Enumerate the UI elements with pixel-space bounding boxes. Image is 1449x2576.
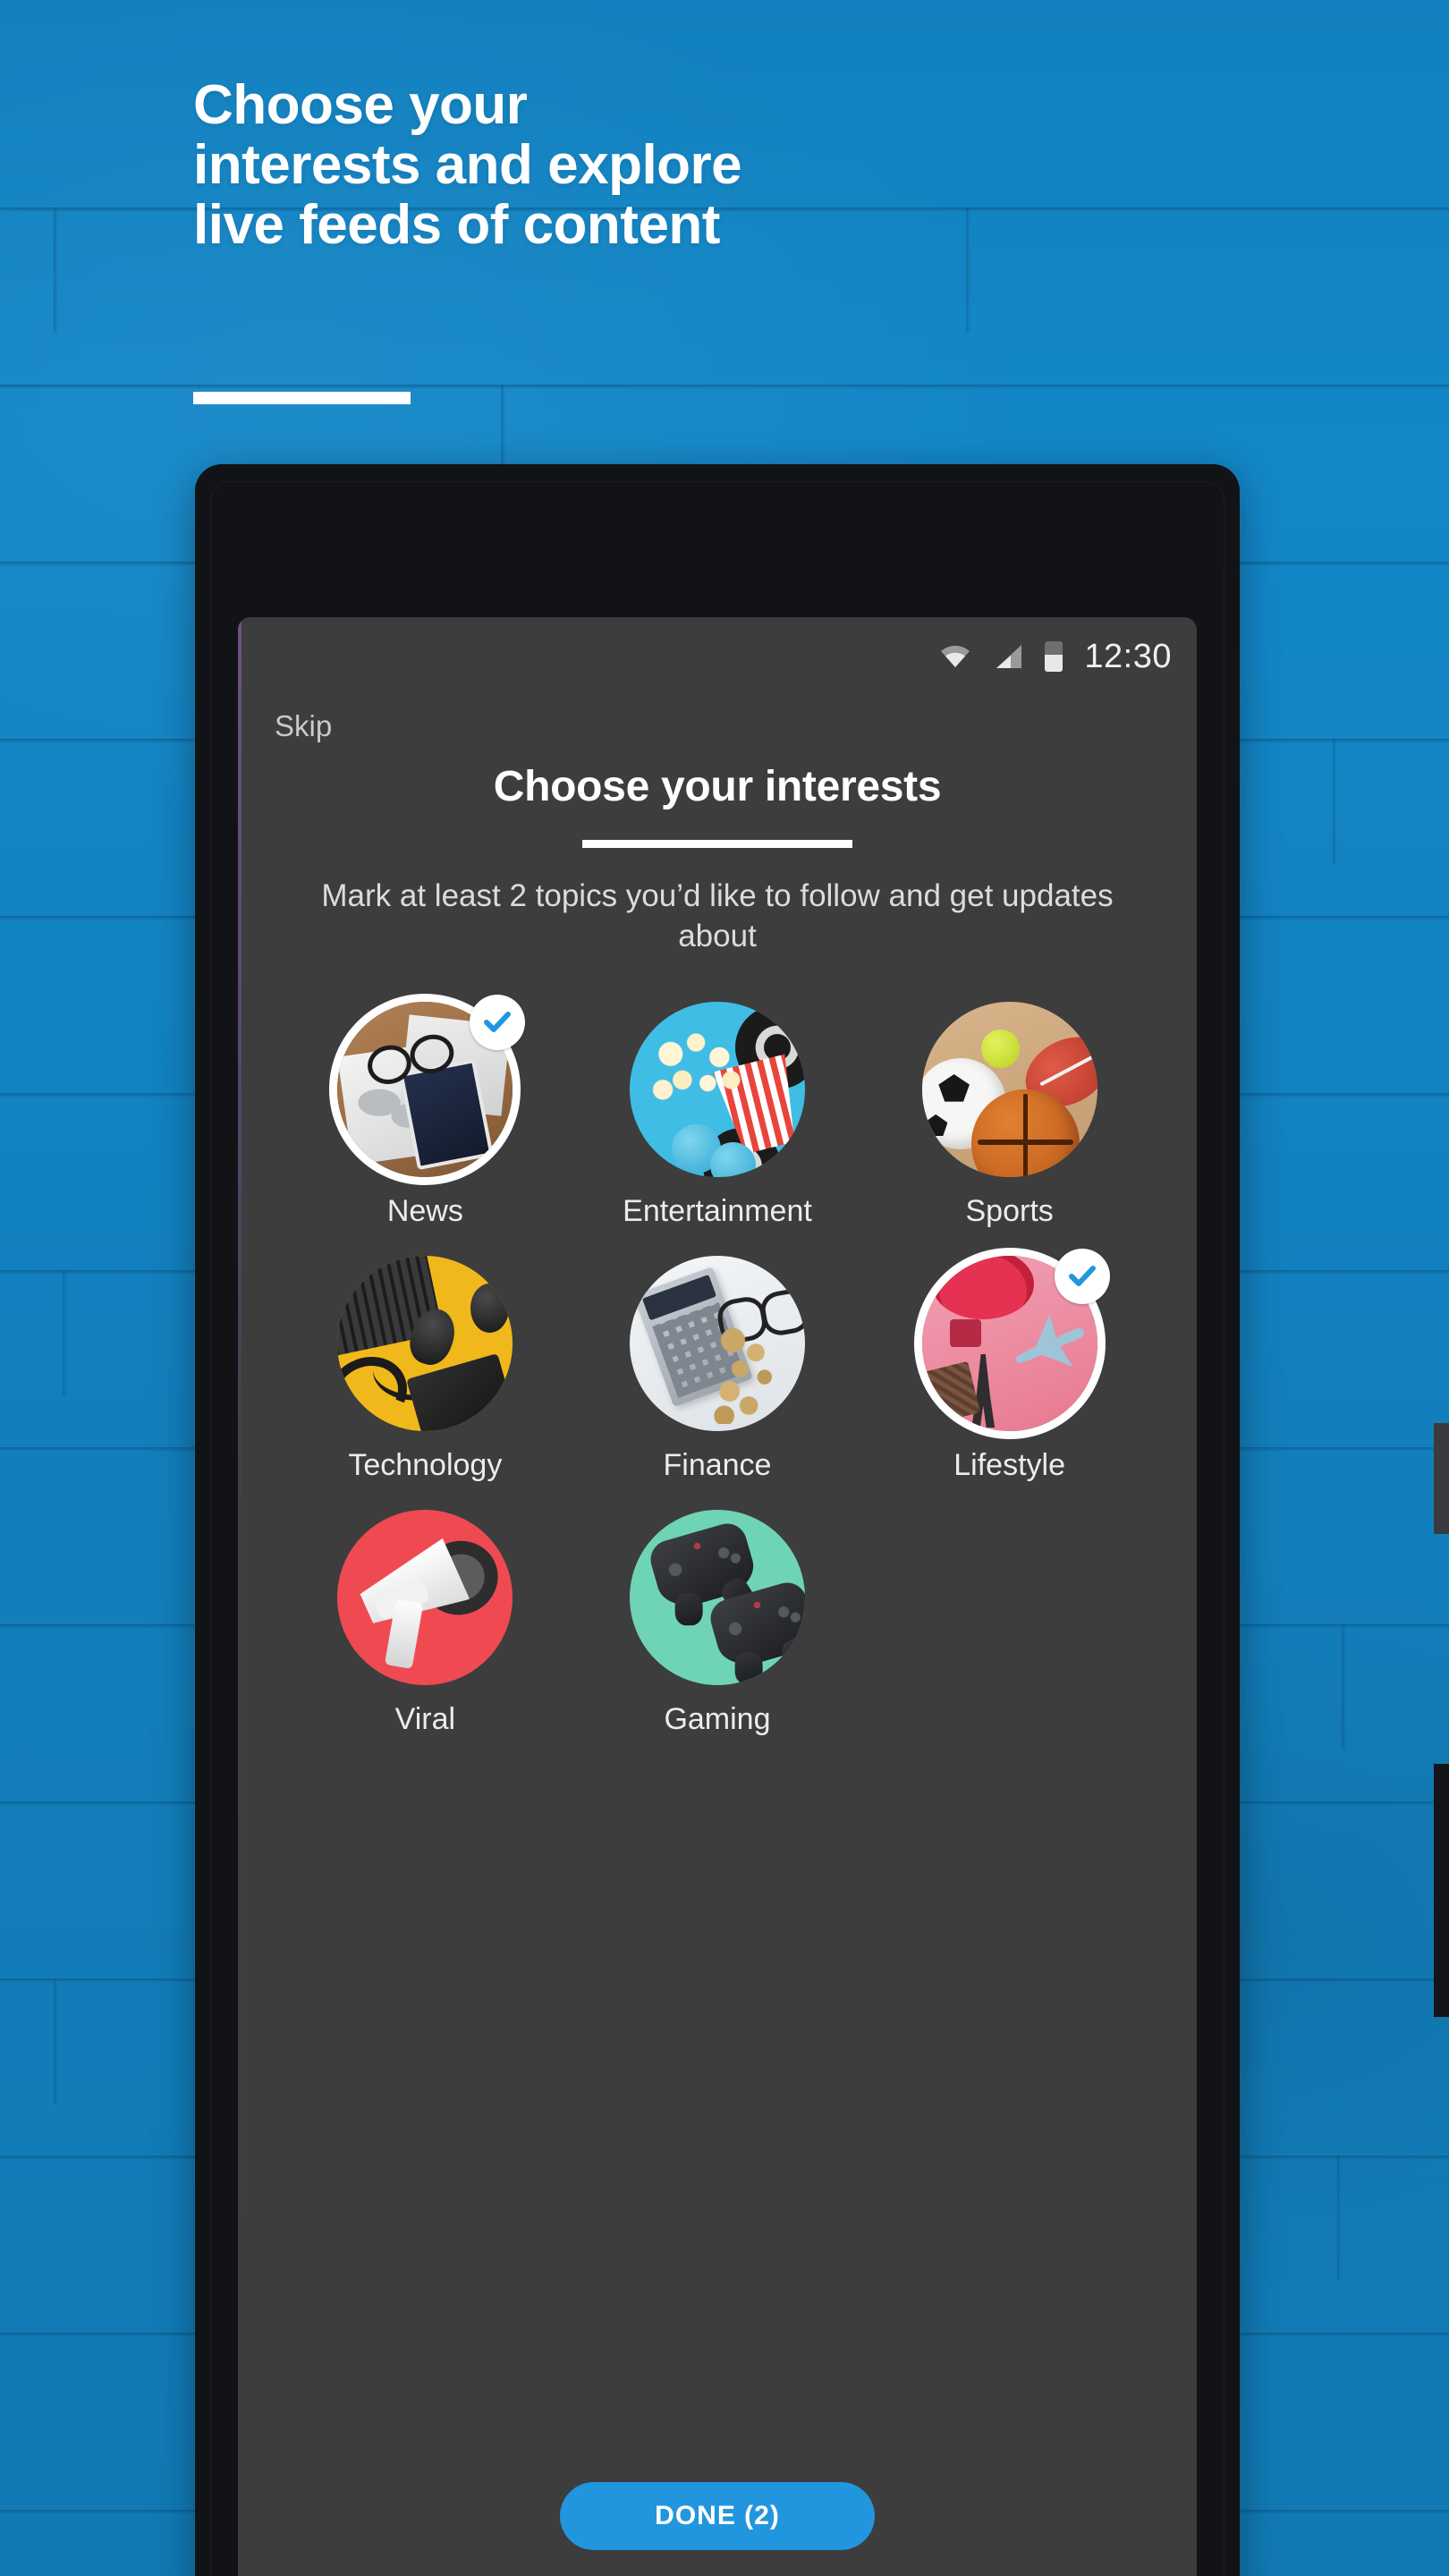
interest-item-viral[interactable]: Viral [279,1510,572,1737]
promo-headline: Choose your interests and explore live f… [193,74,1141,256]
technology-thumbnail [337,1256,513,1431]
brick-mortar-line [54,208,58,333]
sports-thumbnail [921,1002,1097,1177]
cellular-signal-icon [993,643,1023,670]
avatar [337,1510,513,1685]
interests-grid: News Entertainment Sports Technology Fin… [238,994,1197,1764]
interest-label: Technology [348,1448,503,1482]
brick-mortar-line [1333,739,1337,864]
entertainment-thumbnail [629,1002,805,1177]
skip-button[interactable]: Skip [275,709,332,743]
avatar [629,1256,805,1431]
headline-line-3: live feeds of content [193,193,720,256]
brick-mortar-line [1337,2156,1342,2281]
page-subtitle: Mark at least 2 topics you’d like to fol… [321,878,1114,953]
avatar [629,1002,805,1177]
volume-button[interactable] [1434,1423,1449,1534]
page-title: Choose your interests [493,763,942,810]
headline-line-1: Choose your [193,74,528,136]
interest-item-finance[interactable]: Finance [572,1256,864,1483]
interest-item-entertainment[interactable]: Entertainment [572,1002,864,1229]
battery-icon [1045,641,1063,672]
headline-line-2: interests and explore [193,133,742,196]
status-bar-clock: 12:30 [1084,637,1172,675]
title-underline [582,840,852,848]
status-bar: 12:30 [238,617,1197,696]
phone-mockup: 12:30 Skip Choose your interests Mark at… [195,464,1449,2576]
interest-label: Viral [394,1702,456,1736]
avatar-wrap [913,1248,1110,1439]
gaming-thumbnail [629,1510,805,1685]
interest-label: Gaming [664,1702,771,1736]
wifi-icon [939,644,971,669]
finance-thumbnail [629,1256,805,1431]
power-button[interactable] [1434,1764,1449,2017]
interests-row: Technology Finance Lifestyle [279,1248,1156,1483]
brick-mortar-line [54,1979,58,2104]
phone-screen: 12:30 Skip Choose your interests Mark at… [238,617,1197,2576]
interest-label: Sports [965,1194,1054,1228]
interest-label: Entertainment [623,1194,812,1228]
avatar-wrap [629,1510,805,1685]
interest-item-news[interactable]: News [279,994,572,1229]
interest-label: Finance [663,1448,772,1482]
interest-item-lifestyle[interactable]: Lifestyle [863,1248,1156,1483]
brick-mortar-line [0,385,1449,389]
interest-item-sports[interactable]: Sports [863,1002,1156,1229]
interest-label: Lifestyle [953,1448,1065,1482]
interest-item-technology[interactable]: Technology [279,1256,572,1483]
avatar [921,1002,1097,1177]
brick-mortar-line [63,1270,67,1395]
interest-label: News [386,1194,463,1228]
avatar-wrap [337,1256,513,1431]
brick-mortar-line [1342,1624,1346,1750]
check-icon [470,995,526,1050]
interests-row: Viral Gaming [279,1510,1156,1737]
interests-row: News Entertainment Sports [279,994,1156,1229]
avatar-wrap [337,1510,513,1685]
viral-thumbnail [337,1510,513,1685]
avatar-wrap [629,1256,805,1431]
avatar [629,1510,805,1685]
avatar-wrap [629,1002,805,1177]
avatar-wrap [921,1002,1097,1177]
avatar-wrap [329,994,526,1185]
promo-stage: Choose your interests and explore live f… [0,0,1449,2576]
interest-item-gaming[interactable]: Gaming [572,1510,864,1737]
check-icon [1054,1249,1110,1304]
headline-accent-bar [193,392,411,404]
avatar [337,1256,513,1431]
done-button[interactable]: DONE (2) [560,2482,875,2550]
